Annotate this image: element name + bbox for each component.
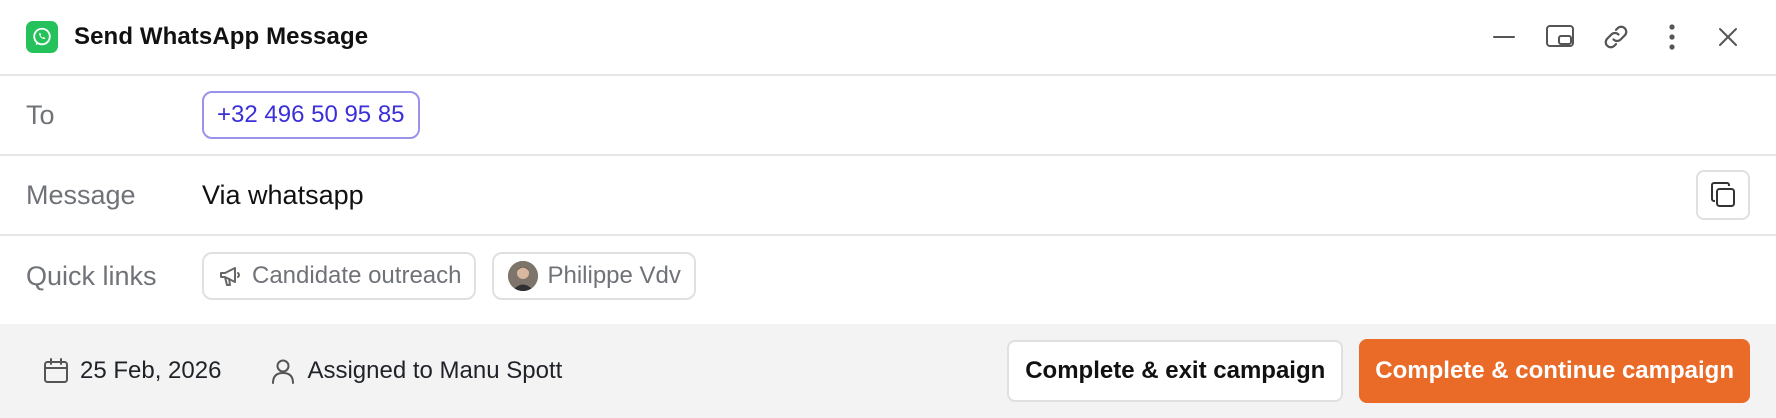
panel-footer: 25 Feb, 2026 Assigned to Manu Spott Comp… [0,324,1776,418]
panel-header: Send WhatsApp Message [0,0,1776,76]
due-date-text: 25 Feb, 2026 [80,357,222,384]
calendar-icon [44,358,68,383]
message-label: Message [26,179,136,210]
quick-links-label: Quick links [26,260,157,291]
quick-link-philippe-vdv[interactable]: Philippe Vdv [492,252,696,300]
to-row: To +32 496 50 95 85 [0,76,1776,156]
phone-number-chip[interactable]: +32 496 50 95 85 [202,91,420,139]
whatsapp-icon [26,21,58,53]
quick-link-label: Philippe Vdv [547,262,681,289]
message-row: Message Via whatsapp [0,156,1776,236]
avatar [508,261,539,291]
copy-button[interactable] [1696,170,1750,220]
complete-continue-campaign-button[interactable]: Complete & continue campaign [1359,339,1750,403]
copy-icon [1711,182,1735,207]
more-vertical-icon[interactable] [1650,15,1694,59]
whatsapp-message-panel: Send WhatsApp Message To +32 496 50 95 8… [0,0,1776,418]
header-actions [1470,15,1750,59]
user-icon [272,359,295,384]
due-date[interactable]: 25 Feb, 2026 [42,357,221,385]
close-icon[interactable] [1706,15,1750,59]
quick-links-row: Quick links Candidate outreach Philippe … [0,236,1776,316]
assignee[interactable]: Assigned to Manu Spott [269,357,562,385]
megaphone-icon [218,264,244,288]
picture-in-picture-icon[interactable] [1538,15,1582,59]
quick-link-label: Candidate outreach [252,262,462,289]
quick-link-candidate-outreach[interactable]: Candidate outreach [202,252,477,300]
complete-exit-campaign-button[interactable]: Complete & exit campaign [1007,340,1344,402]
footer-actions: Complete & exit campaign Complete & cont… [1007,339,1750,403]
to-label: To [26,99,55,130]
minimize-icon[interactable] [1482,15,1526,59]
panel-title: Send WhatsApp Message [74,23,369,50]
assignee-text: Assigned to Manu Spott [307,357,563,384]
link-icon[interactable] [1594,15,1638,59]
message-text[interactable]: Via whatsapp [202,180,364,211]
